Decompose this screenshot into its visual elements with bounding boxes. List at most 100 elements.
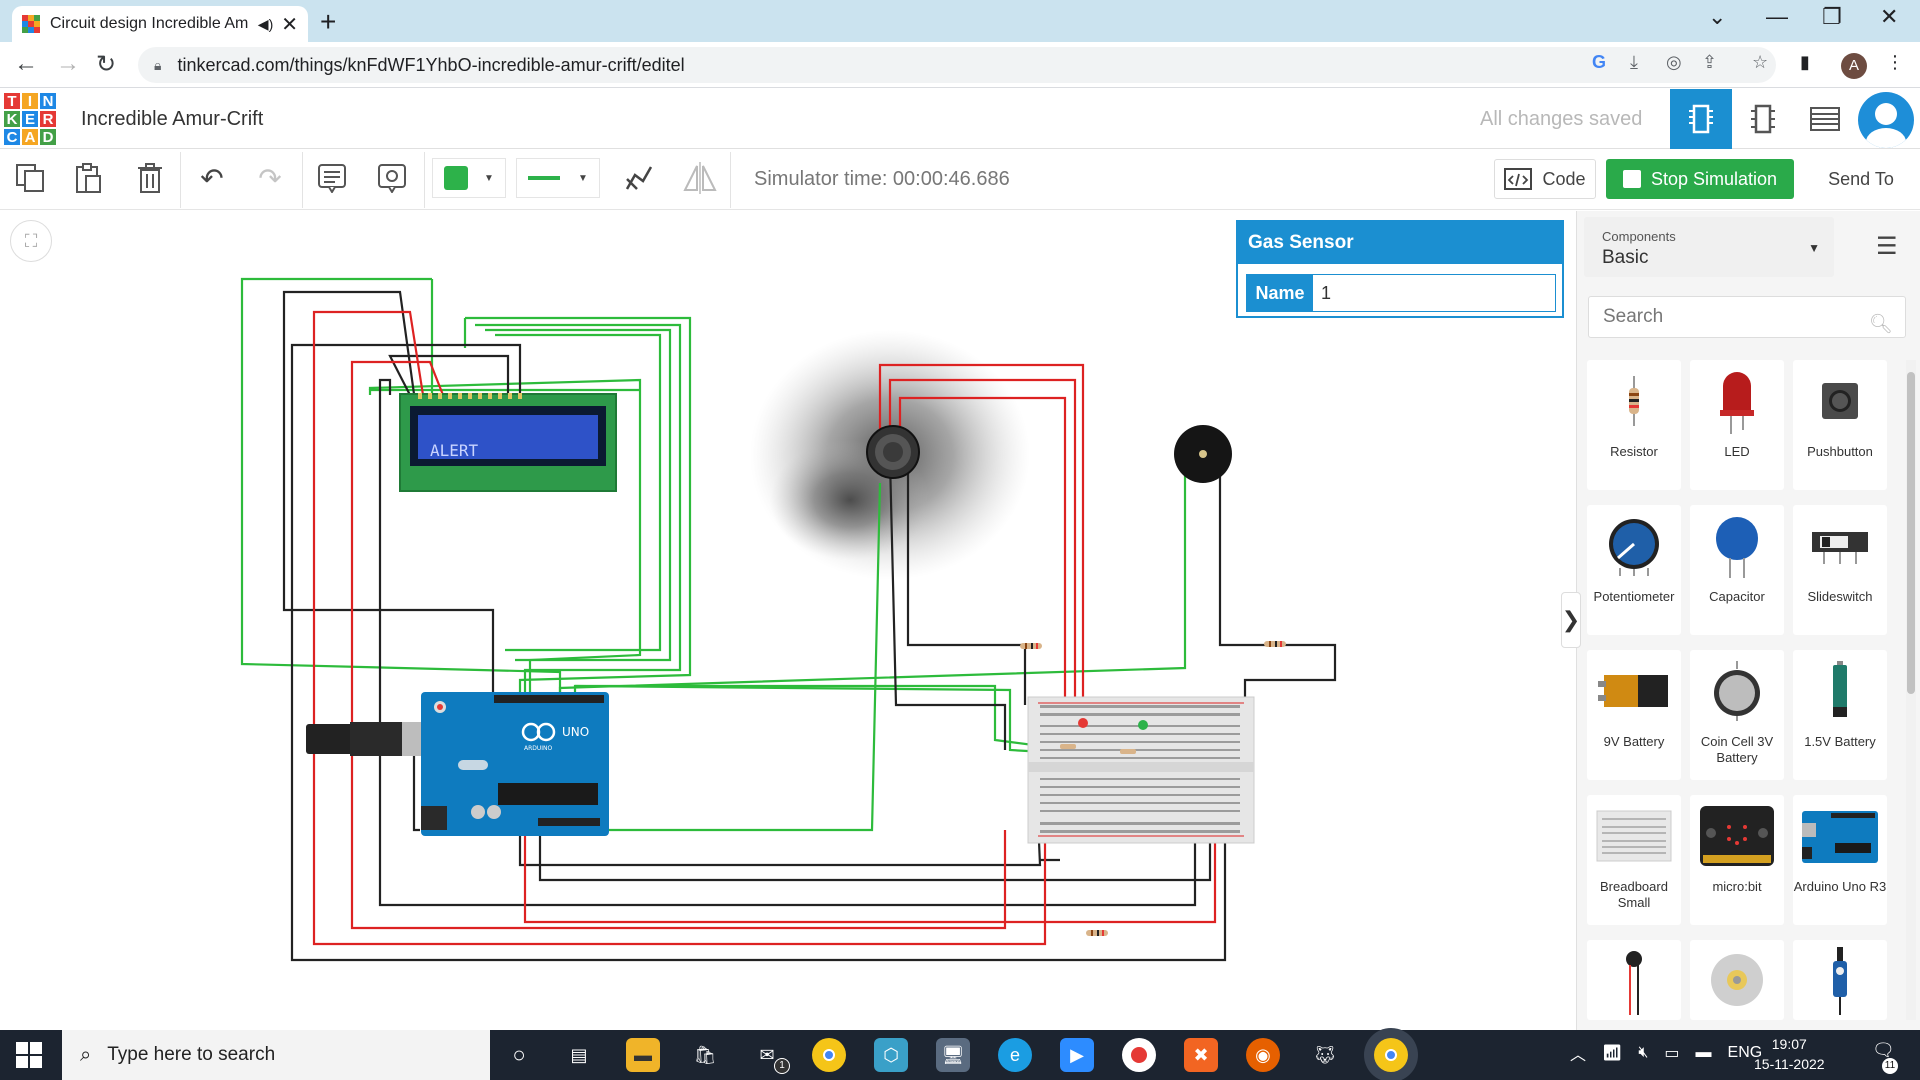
taskbar-clock[interactable]: 19:07 15-11-2022 — [1754, 1034, 1825, 1074]
close-window-button[interactable]: ✕ — [1880, 4, 1898, 30]
battery-icon[interactable]: ▬ — [1696, 1044, 1712, 1062]
tab-search-icon[interactable]: ⌄ — [1708, 4, 1726, 30]
volume-muted-icon[interactable]: 🔇︎ — [1638, 1044, 1648, 1062]
paste-icon[interactable] — [70, 160, 106, 196]
resistor[interactable] — [1264, 641, 1286, 647]
code-button[interactable]: Code — [1494, 159, 1596, 199]
resistor[interactable] — [1086, 930, 1108, 936]
circuit-view-button[interactable] — [1670, 89, 1732, 149]
wire-color-picker[interactable]: ▼ — [432, 158, 506, 198]
minimize-button[interactable]: — — [1766, 4, 1788, 30]
browser-tab[interactable]: Circuit design Incredible Am ◀) ✕ — [12, 6, 308, 42]
red-led[interactable] — [1078, 718, 1088, 728]
component-card-9v-battery[interactable]: 9V Battery — [1587, 650, 1681, 780]
xampp-icon[interactable]: ✖ — [1184, 1038, 1218, 1072]
zoom-icon[interactable]: ▶ — [1060, 1038, 1094, 1072]
reload-icon[interactable]: ↻ — [96, 50, 116, 79]
user-avatar[interactable] — [1858, 92, 1914, 148]
windows-start-button[interactable] — [14, 1040, 44, 1075]
component-card-resistor[interactable]: Resistor — [1587, 360, 1681, 490]
file-explorer-icon[interactable]: ▬ — [626, 1038, 660, 1072]
green-led[interactable] — [1138, 720, 1148, 730]
component-card-capacitor[interactable]: Capacitor — [1690, 505, 1784, 635]
component-card-pushbutton[interactable]: Pushbutton — [1793, 360, 1887, 490]
address-bar[interactable]: 🔒︎ tinkercad.com/things/knFdWF1YhbO-incr… — [138, 47, 1776, 83]
record-icon[interactable] — [1122, 1038, 1156, 1072]
component-inspector[interactable]: Gas Sensor Name 1 — [1236, 220, 1564, 318]
panel-scrollbar-thumb[interactable] — [1907, 372, 1915, 694]
component-card-breadboard-small[interactable]: Breadboard Small — [1587, 795, 1681, 925]
component-card-coin-cell[interactable]: Coin Cell 3V Battery — [1690, 650, 1784, 780]
browser-menu-icon[interactable]: ⋮ — [1886, 52, 1904, 73]
lcd-display[interactable]: ALERT — [399, 393, 617, 492]
note-visibility-icon[interactable] — [374, 160, 410, 196]
display-icon[interactable]: ▭ — [1664, 1043, 1679, 1063]
share-icon[interactable]: ⇪ — [1702, 52, 1717, 73]
component-search-input[interactable]: Search 🔍︎ — [1588, 296, 1906, 338]
task-view-icon[interactable]: ▤ — [562, 1038, 596, 1072]
microsoft-store-icon[interactable]: 🛍︎ — [688, 1038, 722, 1072]
gas-sensor[interactable] — [866, 425, 920, 479]
stop-simulation-button[interactable]: Stop Simulation — [1606, 159, 1794, 199]
google-icon[interactable]: G — [1592, 52, 1606, 73]
lock-icon[interactable]: 🔒︎ — [154, 57, 161, 74]
new-tab-button[interactable]: + — [320, 6, 336, 38]
chrome-icon[interactable] — [812, 1038, 846, 1072]
note-icon[interactable] — [314, 160, 350, 196]
name-input[interactable]: 1 — [1313, 275, 1555, 311]
copy-icon[interactable] — [12, 160, 48, 196]
piezo-buzzer[interactable] — [1174, 425, 1232, 483]
audio-playing-icon[interactable]: ◀) — [258, 16, 273, 33]
forward-icon[interactable]: → — [56, 50, 80, 78]
circuit-canvas[interactable]: ALERT UNO ARDUINO — [0, 211, 1575, 1030]
circuit-drawing[interactable]: ALERT UNO ARDUINO — [0, 211, 1575, 1030]
breadboard[interactable] — [1027, 696, 1255, 844]
wolf-app-icon[interactable]: 🐺︎ — [1308, 1038, 1342, 1072]
design-title[interactable]: Incredible Amur-Crift — [81, 108, 263, 131]
component-list-view-button[interactable] — [1794, 89, 1856, 149]
search-icon: ⌕ — [80, 1043, 92, 1066]
delete-icon[interactable] — [132, 160, 168, 196]
component-card-arduino-uno[interactable]: Arduino Uno R3 — [1793, 795, 1887, 925]
schematic-view-button[interactable] — [1732, 89, 1794, 149]
cortana-icon[interactable]: ○ — [502, 1038, 536, 1072]
fit-view-button[interactable]: ⛶ — [10, 220, 52, 262]
chevron-down-icon: ▼ — [1808, 241, 1820, 255]
edge-icon[interactable]: e — [998, 1038, 1032, 1072]
component-card-potentiometer[interactable]: Potentiometer — [1587, 505, 1681, 635]
firefox-icon[interactable]: ◉ — [1246, 1038, 1280, 1072]
component-card-led[interactable]: LED — [1690, 360, 1784, 490]
back-icon[interactable]: ← — [14, 50, 38, 78]
side-panel-icon[interactable]: ▮ — [1800, 52, 1810, 73]
taskbar-search-box[interactable]: ⌕ Type here to search — [62, 1030, 490, 1080]
chrome-active-icon[interactable] — [1374, 1038, 1408, 1072]
undo-icon[interactable]: ↶ — [194, 160, 230, 196]
tinkercad-logo[interactable]: T I N K E R C A D — [3, 92, 57, 146]
components-dropdown[interactable]: Components Basic ▼ — [1584, 217, 1834, 277]
app-cube-icon[interactable]: ⬡ — [874, 1038, 908, 1072]
close-tab-icon[interactable]: ✕ — [281, 12, 298, 37]
component-card-aa-battery[interactable]: 1.5V Battery — [1793, 650, 1887, 780]
install-icon[interactable]: ⤓ — [1630, 52, 1638, 73]
flip-wire-icon[interactable] — [620, 160, 656, 196]
browser-profile-avatar[interactable]: A — [1841, 53, 1867, 79]
component-card-servo[interactable] — [1793, 940, 1887, 1020]
collapse-panel-button[interactable]: ❯ — [1561, 592, 1581, 648]
tracking-icon[interactable]: ◎ — [1666, 52, 1682, 73]
component-card-vibration-motor[interactable] — [1587, 940, 1681, 1020]
redo-icon[interactable]: ↷ — [252, 160, 288, 196]
network-icon[interactable]: 📶︎ — [1602, 1043, 1622, 1063]
send-to-button[interactable]: Send To — [1816, 159, 1906, 199]
component-card-slideswitch[interactable]: Slideswitch — [1793, 505, 1887, 635]
url-text[interactable]: tinkercad.com/things/knFdWF1YhbO-incredi… — [177, 55, 684, 76]
computer-icon[interactable]: 🖥︎ — [936, 1038, 970, 1072]
show-hidden-icons[interactable]: ︿ — [1570, 1041, 1586, 1065]
component-card-microbit[interactable]: micro:bit — [1690, 795, 1784, 925]
wire-type-picker[interactable]: ▼ — [516, 158, 600, 198]
maximize-button[interactable]: ❐ — [1822, 4, 1842, 30]
bookmark-star-icon[interactable]: ☆ — [1752, 52, 1768, 73]
component-card-dc-motor[interactable] — [1690, 940, 1784, 1020]
resistor[interactable] — [1020, 643, 1042, 649]
mirror-icon[interactable] — [682, 160, 718, 196]
list-view-icon[interactable]: ☰ — [1876, 232, 1898, 261]
